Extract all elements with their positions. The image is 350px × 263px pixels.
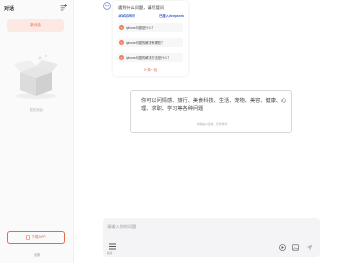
question-icon: ? (119, 55, 124, 60)
question-icon: ? (119, 40, 124, 45)
suggested-question-text: iphone问题的解决有哪些？ (126, 41, 165, 45)
suggested-question[interactable]: ? iphone问题的解决方法是什么？ (117, 53, 183, 62)
suggestion-subtitle: 试试这样问 (118, 14, 135, 18)
suggested-question[interactable]: ? iphone问题是什么？ (117, 23, 183, 32)
refresh-label: 换一批 (147, 68, 158, 72)
suggested-question-text: iphone问题是什么？ (126, 26, 155, 30)
suggested-question-text: iphone问题的解决方法是什么？ (126, 56, 171, 60)
suggestion-title: 遇到什么问题，请尽管问 (118, 5, 165, 10)
new-chat-button[interactable]: 新对话 (7, 19, 64, 32)
phone-icon (26, 235, 31, 240)
image-upload-icon[interactable] (292, 244, 299, 251)
deepseek-badge: 已接入deepseek (159, 14, 184, 18)
suggested-question[interactable]: ? iphone问题的解决有哪些？ (117, 38, 183, 47)
suggestion-card: 遇到什么问题，请尽管问 试试这样问 已接入deepseek ? iphone问题… (113, 1, 188, 76)
chat-input-area[interactable]: 请输入你的问题 指令 (103, 218, 320, 257)
sidebar-title: 对话 (4, 6, 15, 12)
download-app-label: 下载APP (31, 235, 46, 239)
voice-icon[interactable] (279, 244, 286, 251)
download-app-button[interactable]: 下载APP (7, 231, 65, 244)
ai-disclaimer: 内容由AI生成，仅作参考 (196, 122, 228, 126)
capabilities-text: 你可以问情感、旅行、美食科技、生活、宠物、美容、健康、心理、求职、学习等各种问题 (141, 98, 287, 112)
command-menu-icon[interactable] (108, 242, 117, 251)
command-menu-label: 指令 (107, 252, 113, 255)
sidebar: 对话 新对话 暂无对话~ 下载APP 设置 (0, 0, 74, 263)
empty-history-text: 暂无对话~ (29, 108, 45, 112)
empty-box-illustration (10, 52, 62, 100)
settings-link[interactable]: 设置 (0, 252, 74, 257)
new-chat-icon[interactable] (60, 4, 67, 11)
question-icon: ? (119, 25, 124, 30)
assistant-avatar-icon (103, 2, 111, 10)
capabilities-panel: 你可以问情感、旅行、美食科技、生活、宠物、美容、健康、心理、求职、学习等各种问题… (130, 90, 292, 133)
send-icon[interactable] (306, 244, 313, 251)
chat-input-placeholder[interactable]: 请输入你的问题 (107, 224, 136, 230)
refresh-questions-button[interactable]: ⟳ 换一批 (113, 67, 188, 72)
